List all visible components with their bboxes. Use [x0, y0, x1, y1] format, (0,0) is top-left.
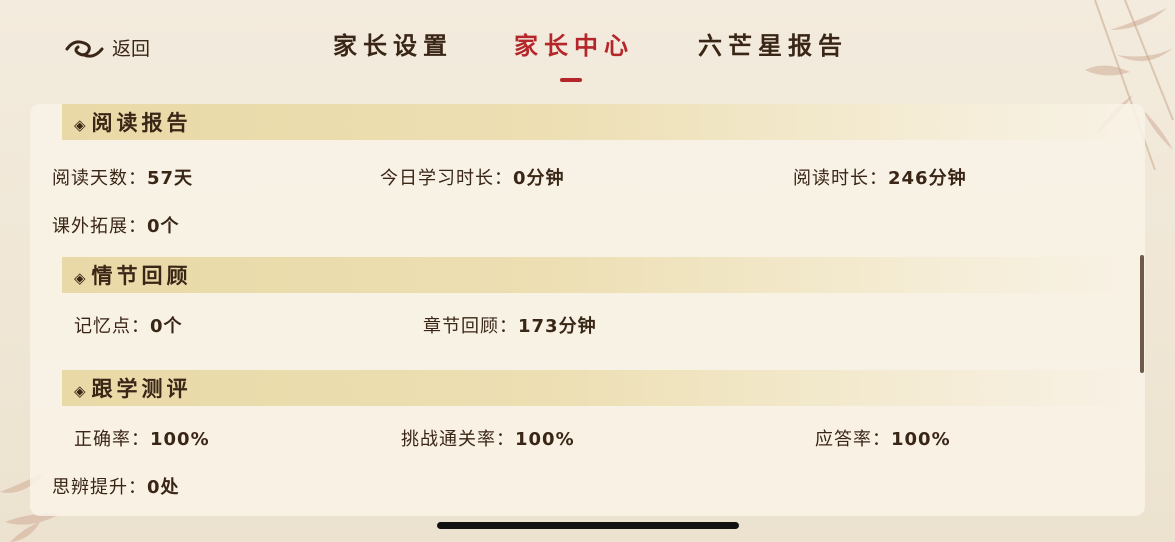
stat-label: 思辨提升：	[52, 477, 147, 498]
stat-value: 0处	[147, 477, 180, 498]
stat-value: 0分钟	[513, 168, 565, 189]
section-header-plot: ◈情节回顾	[62, 257, 1142, 293]
stat-accuracy: 正确率：100%	[74, 425, 210, 451]
top-bar: 返回 家长设置 家长中心 六芒星报告	[0, 0, 1175, 100]
stat-label: 正确率：	[74, 429, 150, 450]
section-title-reading-text: 阅读报告	[91, 111, 192, 135]
section-title-reading: ◈阅读报告	[62, 107, 192, 137]
section-title-plot: ◈情节回顾	[62, 260, 192, 290]
diamond-icon: ◈	[74, 269, 90, 287]
scrollbar[interactable]	[1140, 255, 1144, 373]
tab-hexagram-report[interactable]: 六芒星报告	[698, 26, 848, 61]
report-panel	[30, 104, 1145, 516]
stat-reading-duration: 阅读时长：246分钟	[793, 164, 967, 190]
stat-challenge-rate: 挑战通关率：100%	[401, 425, 575, 451]
stat-value: 57天	[147, 168, 194, 189]
stat-label: 挑战通关率：	[401, 429, 515, 450]
active-tab-indicator	[560, 78, 582, 82]
stat-response-rate: 应答率：100%	[815, 425, 951, 451]
section-title-plot-text: 情节回顾	[91, 264, 192, 288]
stat-reading-days: 阅读天数：57天	[52, 164, 193, 190]
stat-value: 173分钟	[518, 316, 597, 337]
stat-value: 0个	[150, 316, 183, 337]
stat-label: 课外拓展：	[52, 216, 147, 237]
stat-label: 记忆点：	[74, 316, 150, 337]
stat-label: 章节回顾：	[423, 316, 518, 337]
stat-value: 246分钟	[888, 168, 967, 189]
tab-bar: 家长设置 家长中心 六芒星报告	[0, 26, 1175, 86]
section-header-quiz: ◈跟学测评	[62, 370, 1142, 406]
stat-label: 阅读时长：	[793, 168, 888, 189]
stat-thinking-improvement: 思辨提升：0处	[52, 473, 180, 499]
stat-value: 100%	[891, 429, 951, 450]
stat-chapter-review: 章节回顾：173分钟	[423, 312, 597, 338]
stat-label: 阅读天数：	[52, 168, 147, 189]
diamond-icon: ◈	[74, 116, 90, 134]
stat-value: 0个	[147, 216, 180, 237]
stat-memory-points: 记忆点：0个	[74, 312, 183, 338]
stat-value: 100%	[150, 429, 210, 450]
stat-today-study: 今日学习时长：0分钟	[380, 164, 565, 190]
section-header-reading: ◈阅读报告	[62, 104, 1142, 140]
stat-value: 100%	[515, 429, 575, 450]
stat-label: 应答率：	[815, 429, 891, 450]
stat-extra-expansion: 课外拓展：0个	[52, 212, 180, 238]
diamond-icon: ◈	[74, 382, 90, 400]
tab-parent-center[interactable]: 家长中心	[514, 26, 634, 61]
home-indicator[interactable]	[437, 522, 739, 529]
stat-label: 今日学习时长：	[380, 168, 513, 189]
section-title-quiz-text: 跟学测评	[91, 377, 192, 401]
section-title-quiz: ◈跟学测评	[62, 373, 192, 403]
tab-parent-settings[interactable]: 家长设置	[333, 26, 453, 61]
